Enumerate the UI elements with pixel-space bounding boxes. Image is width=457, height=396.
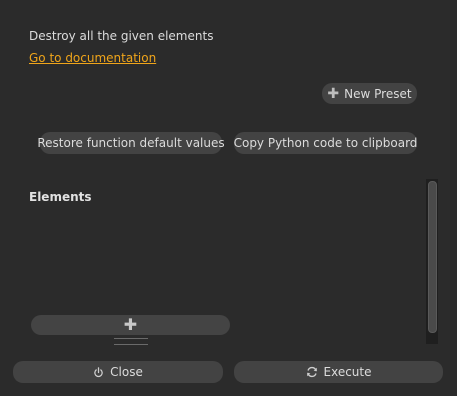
elements-label: Elements [29, 190, 92, 204]
refresh-icon [306, 366, 318, 378]
plus-icon: ✚ [123, 315, 138, 334]
power-icon [93, 366, 104, 378]
scrollbar-thumb[interactable] [428, 181, 437, 333]
copy-python-button[interactable]: Copy Python code to clipboard [234, 132, 417, 154]
elements-scrollbar[interactable] [426, 179, 438, 344]
new-preset-button[interactable]: ✚ New Preset [322, 83, 417, 104]
function-description: Destroy all the given elements [29, 29, 214, 43]
resize-handle[interactable] [114, 338, 148, 345]
close-button[interactable]: Close [13, 361, 223, 383]
add-element-button[interactable]: ✚ [31, 315, 230, 335]
plus-icon: ✚ [327, 85, 340, 102]
new-preset-label: New Preset [344, 86, 412, 101]
execute-button[interactable]: Execute [234, 361, 443, 383]
documentation-link[interactable]: Go to documentation [29, 51, 156, 65]
close-label: Close [110, 365, 143, 379]
restore-defaults-button[interactable]: Restore function default values [37, 132, 225, 154]
execute-label: Execute [323, 365, 372, 379]
